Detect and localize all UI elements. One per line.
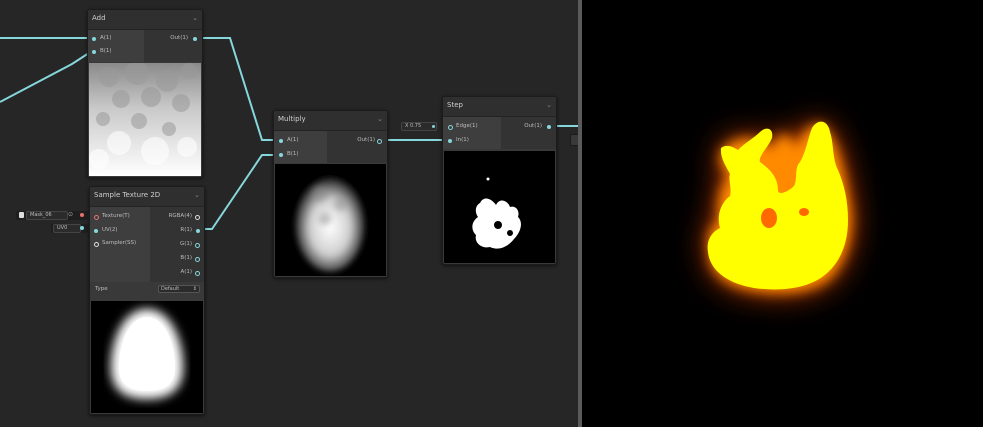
uv-input-pill[interactable]: UV0 xyxy=(51,224,88,233)
sample-texture-node-header[interactable]: Sample Texture 2D ⌄ xyxy=(90,187,204,207)
port-in-dot-icon[interactable] xyxy=(448,139,452,143)
port-a-label: A(1) xyxy=(287,137,299,143)
dropdown-arrows-icon: ⇕ xyxy=(192,286,197,292)
type-dropdown-value: Default xyxy=(161,286,180,292)
port-rgba-label: RGBA(4) xyxy=(168,213,192,219)
port-b-dot-icon[interactable] xyxy=(92,50,96,54)
port-b-dot-icon[interactable] xyxy=(195,257,200,262)
step-inputs: Edge(1) In(1) xyxy=(443,117,501,149)
port-a-dot-icon[interactable] xyxy=(92,37,96,41)
multiply-outputs: Out(1) xyxy=(327,131,387,163)
port-b-label: B(1) xyxy=(287,151,299,157)
step-edge-axis: X xyxy=(405,123,409,129)
type-label: Type xyxy=(95,286,108,292)
wire-add-to-multiply xyxy=(198,37,280,141)
add-preview-thumbnail xyxy=(89,63,201,176)
sample-texture-2d-node[interactable]: Sample Texture 2D ⌄ Texture(T) UV(2) Sam… xyxy=(89,186,205,415)
port-texture-dot-icon[interactable] xyxy=(94,215,99,220)
port-g-label: G(1) xyxy=(179,241,192,247)
add-node-header[interactable]: Add ⌄ xyxy=(88,10,202,30)
port-in-label: In(1) xyxy=(456,137,469,143)
sample-texture-node-title: Sample Texture 2D xyxy=(94,191,161,199)
sample-texture-outputs: RGBA(4) R(1) G(1) B(1) A(1) xyxy=(150,207,204,282)
port-a-label: A(1) xyxy=(100,35,112,41)
collapse-chevron-icon[interactable]: ⌄ xyxy=(192,14,198,22)
object-picker-icon[interactable]: ⊙ xyxy=(68,211,73,218)
port-out-label: Out(1) xyxy=(524,123,542,129)
shader-graph-canvas[interactable]: Add ⌄ A(1) B(1) Out(1) Multiply ⌄ A(1) B… xyxy=(0,0,578,427)
wire-texture-to-multiply xyxy=(198,154,280,230)
port-r-dot-icon[interactable] xyxy=(196,229,200,233)
port-sampler-label: Sampler(SS) xyxy=(102,240,137,246)
multiply-node-title: Multiply xyxy=(278,115,306,123)
port-a-dot-icon[interactable] xyxy=(279,139,283,143)
sample-texture-preview-thumbnail xyxy=(91,301,203,413)
port-out-label: Out(1) xyxy=(357,137,375,143)
port-b-label: B(1) xyxy=(180,255,192,261)
multiply-preview-thumbnail xyxy=(275,164,386,276)
add-inputs: A(1) B(1) xyxy=(88,30,144,62)
port-uv-dot-icon[interactable] xyxy=(94,229,98,233)
port-a-dot-icon[interactable] xyxy=(195,271,200,276)
texture-file-icon xyxy=(19,212,24,218)
edge-field-connector-icon xyxy=(432,125,435,128)
port-texture-label: Texture(T) xyxy=(102,213,130,219)
fire-hole xyxy=(761,208,777,228)
port-sampler-dot-icon[interactable] xyxy=(94,242,99,247)
step-preview-thumbnail xyxy=(444,151,555,263)
offscreen-node-edge xyxy=(570,134,578,146)
step-edge-value: 0.75 xyxy=(410,123,422,129)
multiply-node-header[interactable]: Multiply ⌄ xyxy=(274,111,387,131)
port-edge-dot-icon[interactable] xyxy=(448,125,453,130)
port-g-dot-icon[interactable] xyxy=(195,243,200,248)
add-node-title: Add xyxy=(92,14,106,22)
add-outputs: Out(1) xyxy=(144,30,202,62)
uv-field[interactable]: UV0 xyxy=(53,224,81,233)
main-preview-panel[interactable] xyxy=(582,0,983,427)
step-outputs: Out(1) xyxy=(501,117,556,149)
multiply-inputs: A(1) B(1) xyxy=(274,131,327,163)
sample-texture-inputs: Texture(T) UV(2) Sampler(SS) xyxy=(90,207,150,282)
port-a-label: A(1) xyxy=(180,269,192,275)
port-out-label: Out(1) xyxy=(170,35,188,41)
port-b-label: B(1) xyxy=(100,48,112,54)
texture-field[interactable]: Mask_06 xyxy=(26,211,68,220)
port-r-label: R(1) xyxy=(180,227,192,233)
step-node-header[interactable]: Step ⌄ xyxy=(443,97,556,117)
texture-connector-icon xyxy=(80,213,84,217)
type-dropdown[interactable]: Default ⇕ xyxy=(158,285,200,293)
type-row: Type Default ⇕ xyxy=(90,283,204,303)
uv-connector-icon xyxy=(80,226,84,230)
step-node[interactable]: Step ⌄ Edge(1) In(1) Out(1) xyxy=(442,96,557,265)
port-b-dot-icon[interactable] xyxy=(279,153,283,157)
collapse-chevron-icon[interactable]: ⌄ xyxy=(377,115,383,123)
step-node-title: Step xyxy=(447,101,463,109)
port-out-dot-icon[interactable] xyxy=(547,125,551,129)
multiply-node[interactable]: Multiply ⌄ A(1) B(1) Out(1) xyxy=(273,110,388,278)
texture-input-pill[interactable]: Mask_06 ⊙ xyxy=(16,211,88,220)
collapse-chevron-icon[interactable]: ⌄ xyxy=(194,191,200,199)
port-rgba-dot-icon[interactable] xyxy=(195,215,200,220)
wire-into-add-b xyxy=(0,50,93,103)
collapse-chevron-icon[interactable]: ⌄ xyxy=(546,101,552,109)
port-out-dot-icon[interactable] xyxy=(193,37,197,41)
port-edge-label: Edge(1) xyxy=(456,123,478,129)
port-uv-label: UV(2) xyxy=(102,227,118,233)
add-node[interactable]: Add ⌄ A(1) B(1) Out(1) xyxy=(87,9,203,178)
fire-preview-render xyxy=(707,121,852,293)
port-out-dot-icon[interactable] xyxy=(377,139,382,144)
